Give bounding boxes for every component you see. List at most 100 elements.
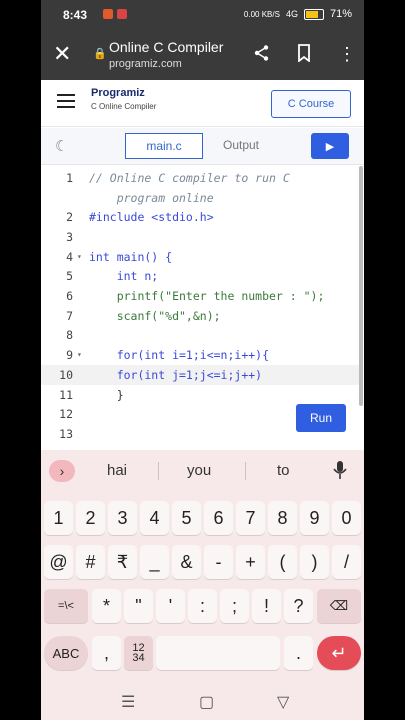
key-space[interactable] xyxy=(156,636,280,670)
back-icon[interactable]: ▽ xyxy=(277,692,289,712)
page-url[interactable]: programiz.com xyxy=(109,58,182,70)
code-line[interactable]: 6 printf("Enter the number : "); xyxy=(41,286,359,306)
key-5[interactable]: 5 xyxy=(172,501,201,535)
key-exclamation[interactable]: ! xyxy=(252,589,281,623)
run-icon-button[interactable]: ▶ xyxy=(311,133,349,159)
key-minus[interactable]: - xyxy=(204,545,233,579)
expand-arrow-icon[interactable]: › xyxy=(49,460,75,482)
line-number: 2 xyxy=(66,210,73,224)
bookmark-icon[interactable] xyxy=(297,44,311,66)
line-number: 7 xyxy=(66,309,73,323)
fold-icon[interactable]: ▾ xyxy=(77,247,82,267)
key-question[interactable]: ? xyxy=(284,589,313,623)
code-line[interactable]: 9 ▾ for(int i=1;i<=n;i++){ xyxy=(41,345,359,365)
tab-main-c[interactable]: main.c xyxy=(125,133,203,159)
key-double-quote[interactable]: " xyxy=(124,589,153,623)
key-4[interactable]: 4 xyxy=(140,501,169,535)
share-icon[interactable] xyxy=(253,44,271,66)
key-3[interactable]: 3 xyxy=(108,501,137,535)
code-text: // Online C compiler to run C xyxy=(89,171,290,185)
key-numpad[interactable]: 12 34 xyxy=(124,636,153,670)
key-comma[interactable]: , xyxy=(92,636,121,670)
key-semicolon[interactable]: ; xyxy=(220,589,249,623)
suggestion-item[interactable]: hai xyxy=(107,462,127,479)
code-line[interactable]: 7 scanf("%d",&n); xyxy=(41,306,359,326)
code-line[interactable]: 1 // Online C compiler to run C xyxy=(41,168,359,188)
backspace-icon[interactable]: ⌫ xyxy=(317,589,361,623)
key-close-paren[interactable]: ) xyxy=(300,545,329,579)
key-rupee[interactable]: ₹ xyxy=(108,545,137,579)
key-slash[interactable]: / xyxy=(332,545,361,579)
suggestion-item[interactable]: you xyxy=(187,462,211,479)
code-text: for(int i=1;i<=n;i++){ xyxy=(89,348,270,362)
programiz-logo[interactable]: Programiz C Online Compiler xyxy=(91,87,156,111)
code-text: int main() { xyxy=(89,250,173,264)
line-number: 9 xyxy=(66,348,73,362)
status-right: 0.00 KB/S 4G 71% xyxy=(244,8,352,20)
key-underscore[interactable]: _ xyxy=(140,545,169,579)
hamburger-icon[interactable] xyxy=(57,94,75,112)
key-1[interactable]: 1 xyxy=(44,501,73,535)
key-7[interactable]: 7 xyxy=(236,501,265,535)
fold-icon[interactable]: ▾ xyxy=(77,345,82,365)
close-icon[interactable]: ✕ xyxy=(53,42,71,66)
run-button[interactable]: Run xyxy=(296,404,346,432)
code-line-active[interactable]: 10 for(int j=1;j<=i;j++) xyxy=(41,365,359,385)
key-0[interactable]: 0 xyxy=(332,501,361,535)
code-line[interactable]: 11 } xyxy=(41,385,359,405)
key-single-quote[interactable]: ' xyxy=(156,589,185,623)
key-asterisk[interactable]: * xyxy=(92,589,121,623)
browser-toolbar: ✕ 🔒 Online C Compiler programiz.com ⋮ xyxy=(41,30,364,80)
home-icon[interactable]: ▢ xyxy=(199,692,214,712)
tab-output[interactable]: Output xyxy=(203,133,279,157)
menu-icon[interactable]: ⋮ xyxy=(338,44,356,64)
code-text: for(int j=1;j<=i;j++) xyxy=(89,368,263,382)
key-9[interactable]: 9 xyxy=(300,501,329,535)
code-line[interactable]: program online xyxy=(41,188,359,208)
line-number: 13 xyxy=(59,427,73,441)
line-number: 6 xyxy=(66,289,73,303)
key-ampersand[interactable]: & xyxy=(172,545,201,579)
code-text: int n; xyxy=(89,269,159,283)
network-speed: 0.00 KB/S xyxy=(243,9,280,19)
key-2[interactable]: 2 xyxy=(76,501,105,535)
code-line[interactable]: 8 xyxy=(41,325,359,345)
system-nav-bar: ☰ ▢ ▽ xyxy=(41,684,364,720)
microphone-icon[interactable] xyxy=(333,460,347,485)
editor-scrollbar[interactable] xyxy=(359,166,363,406)
battery-icon xyxy=(303,8,324,20)
line-number: 5 xyxy=(66,269,73,283)
site-header: Programiz C Online Compiler C Course xyxy=(41,80,364,127)
dark-mode-icon[interactable]: ☾ xyxy=(55,137,68,155)
keyboard: › hai you to 1 2 3 4 5 6 7 8 9 0 @ # ₹ _… xyxy=(41,450,364,684)
suggestion-bar: › hai you to xyxy=(41,450,364,492)
key-open-paren[interactable]: ( xyxy=(268,545,297,579)
c-course-button[interactable]: C Course xyxy=(271,90,351,118)
recent-apps-icon[interactable]: ☰ xyxy=(121,692,135,712)
code-line[interactable]: 4 ▾ int main() { xyxy=(41,247,359,267)
code-editor[interactable]: 1 // Online C compiler to run C program … xyxy=(41,166,364,449)
code-line[interactable]: 5 int n; xyxy=(41,266,359,286)
status-time: 8:43 xyxy=(63,8,88,22)
code-line[interactable]: 2 #include <stdio.h> xyxy=(41,207,359,227)
code-line[interactable]: 3 xyxy=(41,227,359,247)
line-number: 12 xyxy=(59,407,73,421)
key-hash[interactable]: # xyxy=(76,545,105,579)
key-8[interactable]: 8 xyxy=(268,501,297,535)
line-number: 10 xyxy=(59,368,73,382)
signal-icon: 4G xyxy=(285,9,298,19)
key-period[interactable]: . xyxy=(284,636,313,670)
enter-icon[interactable]: ↵ xyxy=(317,636,361,670)
line-number: 8 xyxy=(66,328,73,342)
key-more-symbols[interactable]: =\< xyxy=(44,589,88,623)
code-text: } xyxy=(89,388,124,402)
key-at[interactable]: @ xyxy=(44,545,73,579)
logo-subtitle: C Online Compiler xyxy=(91,102,157,111)
key-abc[interactable]: ABC xyxy=(44,636,88,670)
suggestion-item[interactable]: to xyxy=(277,462,290,479)
line-number: 3 xyxy=(66,230,73,244)
key-plus[interactable]: + xyxy=(236,545,265,579)
notification-icon xyxy=(117,9,127,19)
key-colon[interactable]: : xyxy=(188,589,217,623)
key-6[interactable]: 6 xyxy=(204,501,233,535)
